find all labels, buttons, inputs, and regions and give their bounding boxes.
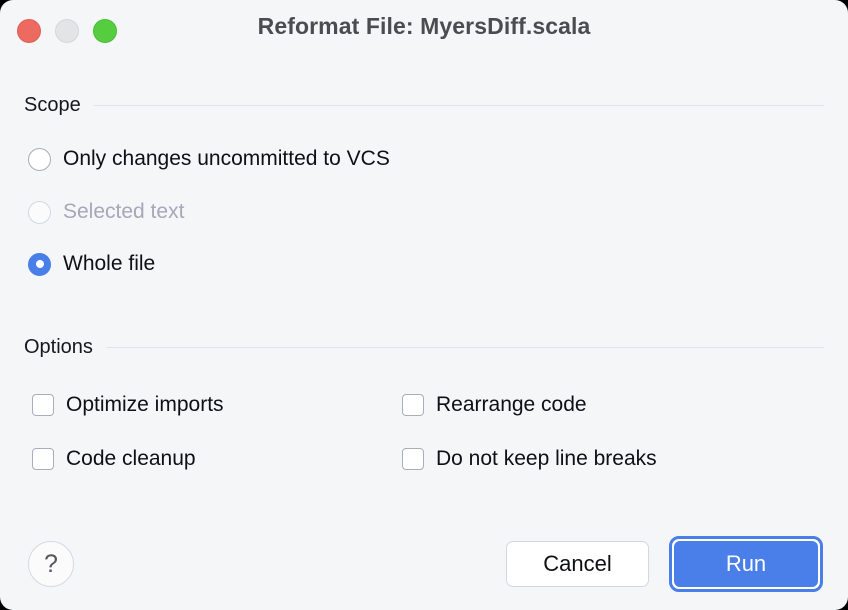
options-section-header: Options — [24, 336, 824, 359]
scope-section-header: Scope — [24, 94, 824, 117]
checkbox-indicator[interactable] — [32, 394, 54, 416]
checkbox-rearrange-code[interactable]: Rearrange code — [402, 393, 587, 417]
radio-indicator[interactable] — [28, 147, 51, 171]
checkbox-label: Rearrange code — [436, 393, 587, 416]
checkbox-label: Optimize imports — [66, 393, 224, 416]
checkbox-indicator[interactable] — [402, 448, 424, 470]
scope-heading: Scope — [24, 94, 81, 116]
radio-label: Whole file — [63, 252, 156, 275]
checkbox-label: Do not keep line breaks — [436, 447, 657, 470]
checkbox-indicator[interactable] — [402, 394, 424, 416]
reformat-file-dialog: Reformat File: MyersDiff.scala Scope Onl… — [0, 0, 848, 610]
run-button[interactable]: Run — [674, 541, 818, 587]
title-bar: Reformat File: MyersDiff.scala — [0, 0, 848, 62]
dialog-title: Reformat File: MyersDiff.scala — [257, 13, 591, 39]
radio-option-selected-text: Selected text — [28, 200, 184, 224]
radio-option-whole-file[interactable]: Whole file — [28, 252, 155, 276]
checkbox-code-cleanup[interactable]: Code cleanup — [32, 447, 196, 471]
radio-option-uncommitted-vcs[interactable]: Only changes uncommitted to VCS — [28, 147, 390, 171]
radio-indicator[interactable] — [28, 252, 51, 276]
options-heading: Options — [24, 336, 93, 358]
help-icon-button[interactable]: ? — [28, 541, 74, 587]
radio-label: Selected text — [63, 200, 185, 223]
checkbox-indicator[interactable] — [32, 448, 54, 470]
cancel-button[interactable]: Cancel — [506, 541, 649, 587]
options-divider — [105, 347, 824, 348]
checkbox-label: Code cleanup — [66, 447, 196, 470]
checkbox-optimize-imports[interactable]: Optimize imports — [32, 393, 224, 417]
checkbox-do-not-keep-line-breaks[interactable]: Do not keep line breaks — [402, 447, 657, 471]
run-button-focus-ring: Run — [669, 536, 823, 592]
radio-indicator — [28, 200, 51, 224]
radio-label: Only changes uncommitted to VCS — [63, 147, 390, 170]
scope-divider — [93, 105, 824, 106]
